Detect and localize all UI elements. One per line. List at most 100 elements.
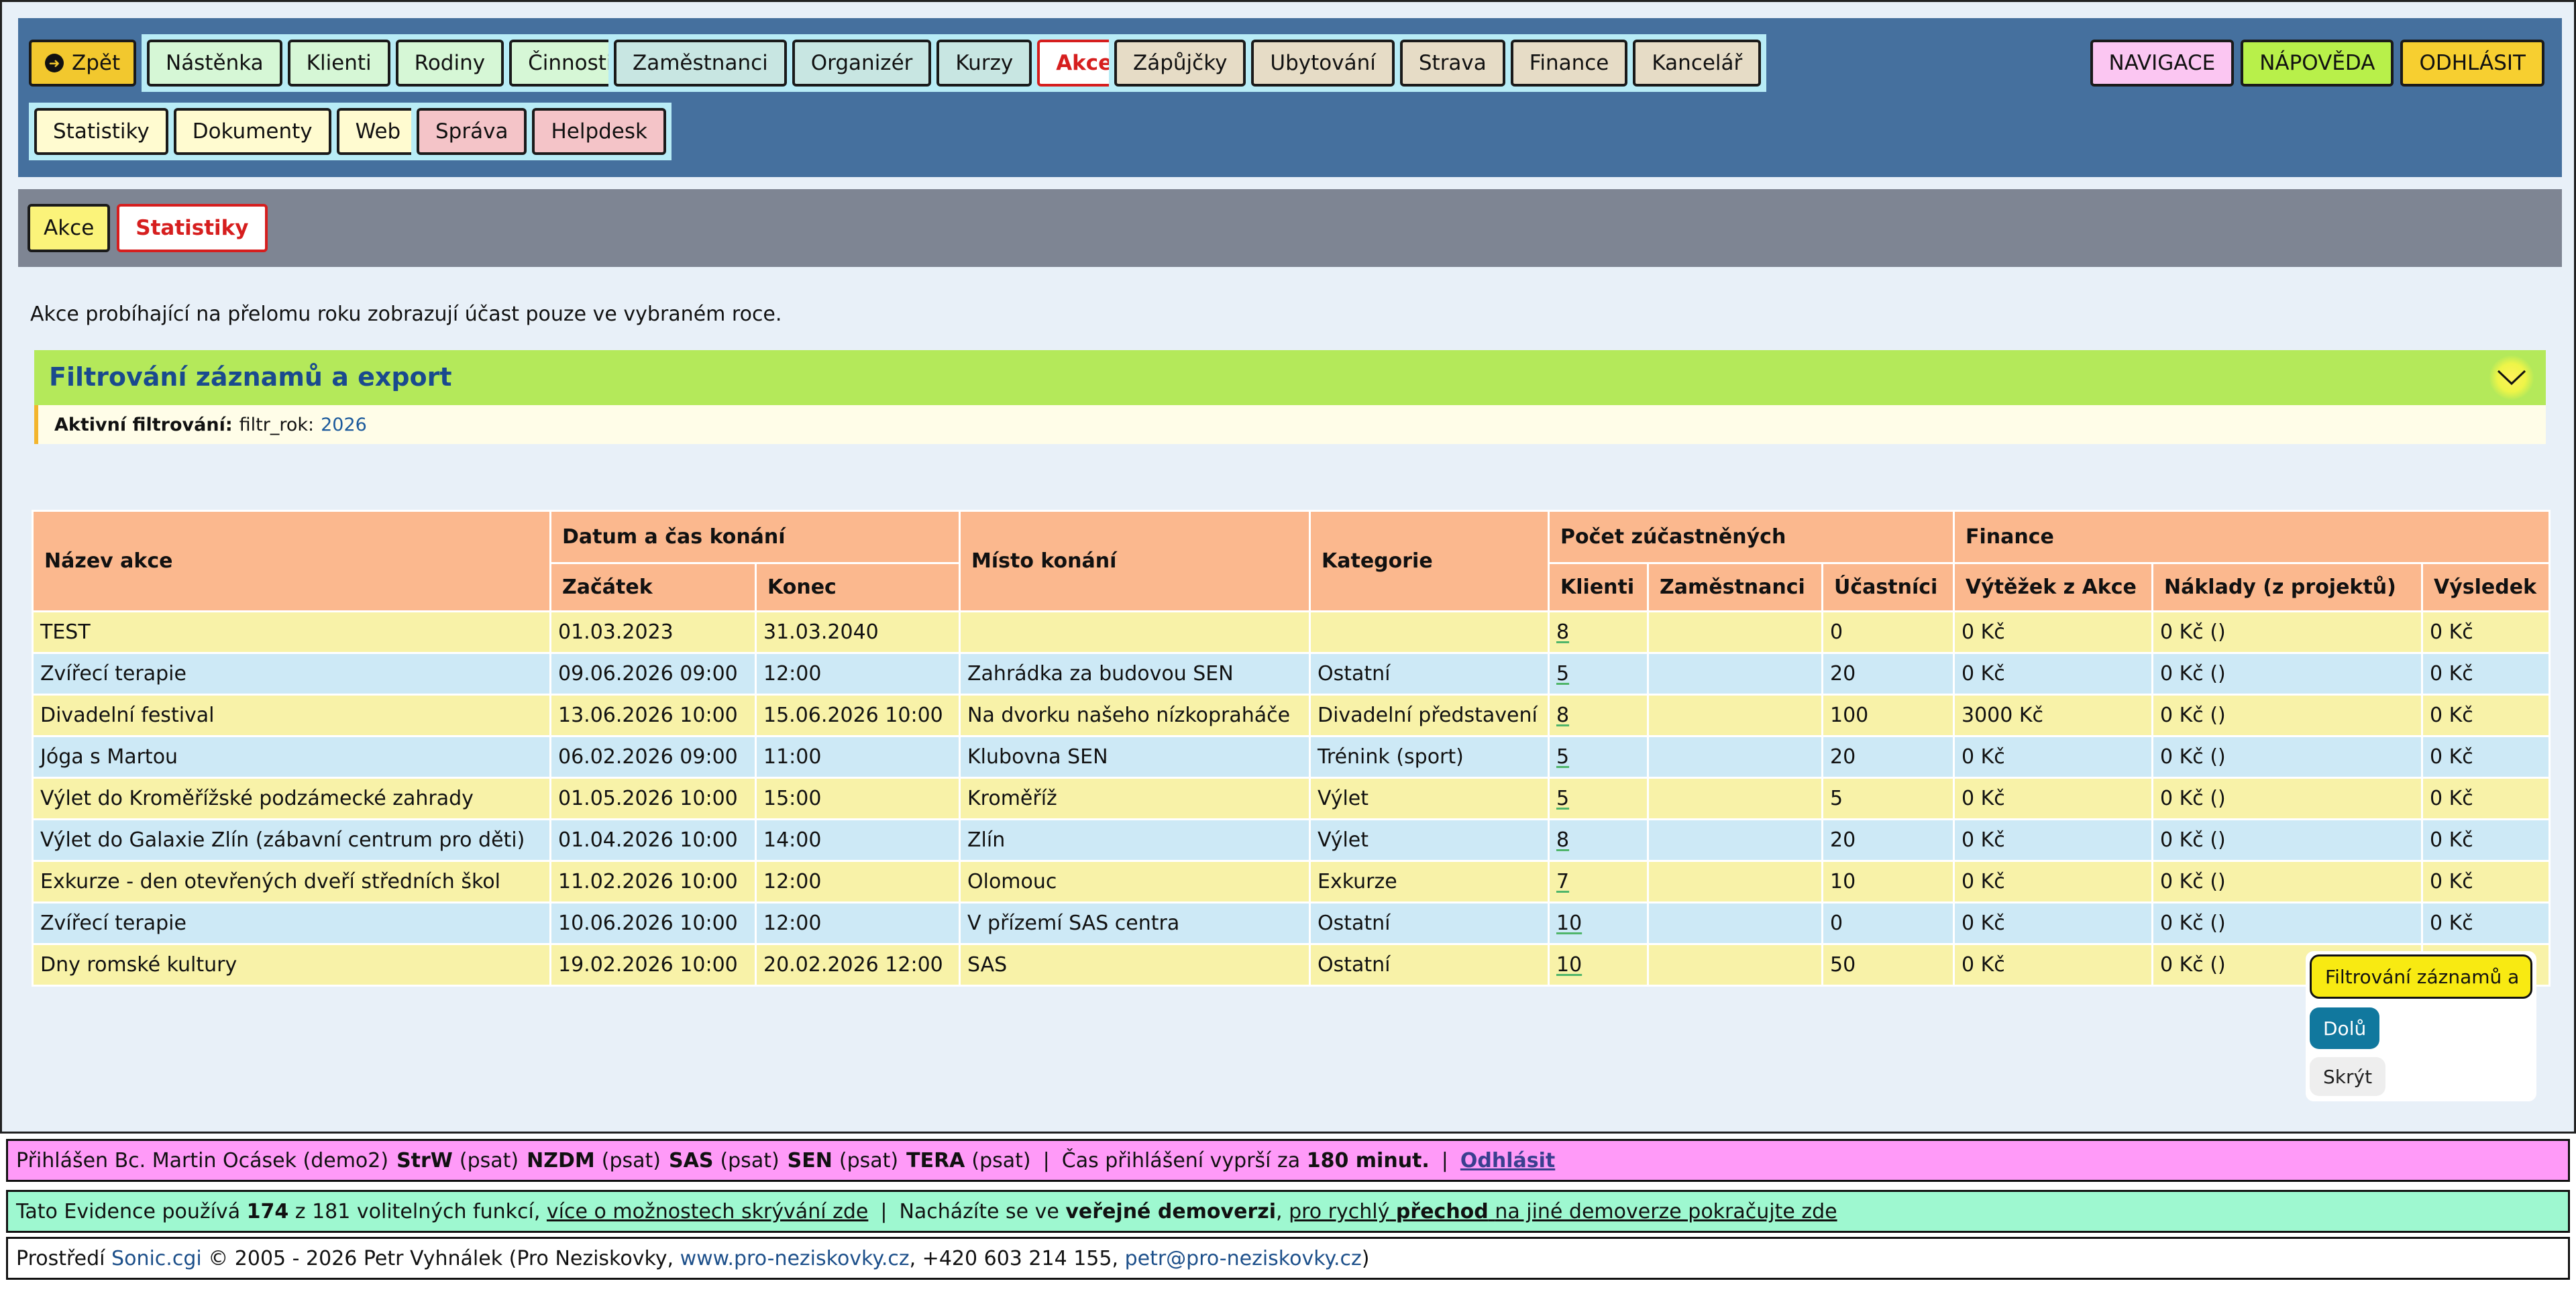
nav-group-5: Správa Helpdesk bbox=[411, 103, 672, 160]
cell-end: 11:00 bbox=[755, 735, 961, 779]
hiding-options-link[interactable]: více o možnostech skrývání zde bbox=[547, 1200, 868, 1223]
nav-group-2: Zaměstnanci Organizér Kurzy Akce bbox=[608, 34, 1137, 92]
clients-count-link[interactable]: 7 bbox=[1556, 870, 1569, 893]
cell-revenue: 3000 Kč bbox=[1953, 694, 2153, 737]
cell-attendees: 100 bbox=[1821, 694, 1955, 737]
back-button[interactable]: ➜ Zpět bbox=[29, 40, 137, 87]
logout-link[interactable]: Odhlásit bbox=[1460, 1149, 1555, 1172]
evidence-text-3: Nacházíte se ve bbox=[899, 1199, 1059, 1223]
demo-switch-link-a: pro rychlý bbox=[1289, 1199, 1390, 1223]
cell-staff bbox=[1647, 818, 1823, 862]
col-header-participants: Počet zúčastněných bbox=[1548, 510, 1955, 564]
product-link[interactable]: Sonic.cgi bbox=[111, 1247, 202, 1270]
cell-name: TEST bbox=[32, 610, 551, 654]
float-down-button[interactable]: Dolů bbox=[2310, 1007, 2380, 1049]
cell-revenue: 0 Kč bbox=[1953, 735, 2153, 779]
cell-staff bbox=[1647, 652, 1823, 696]
events-statistics-table: Název akce Datum a čas konání Místo koná… bbox=[32, 510, 2551, 987]
floating-quick-panel: Filtrování záznamů a Dolů Skrýt bbox=[2306, 951, 2536, 1101]
login-org-role: (psat) bbox=[459, 1148, 519, 1172]
float-hide-button[interactable]: Skrýt bbox=[2310, 1057, 2386, 1096]
cell-attendees: 0 bbox=[1821, 610, 1955, 654]
demo-switch-link[interactable]: pro rychlý přechod na jiné demoverze pok… bbox=[1289, 1200, 1837, 1223]
clients-count-link[interactable]: 10 bbox=[1556, 912, 1582, 935]
cell-start: 13.06.2026 10:00 bbox=[549, 694, 757, 737]
cell-attendees: 50 bbox=[1821, 943, 1955, 987]
main-navigation: ➜ Zpět Nástěnka Klienti Rodiny Činnosti … bbox=[18, 18, 2562, 177]
nav-nastenka[interactable]: Nástěnka bbox=[147, 40, 282, 87]
nav-klienti[interactable]: Klienti bbox=[287, 40, 390, 87]
odhlasit-button[interactable]: ODHLÁSIT bbox=[2400, 40, 2544, 87]
login-org: NZDM (psat) bbox=[527, 1149, 661, 1172]
cell-costs: 0 Kč () bbox=[2151, 901, 2423, 945]
nav-zamestnanci[interactable]: Zaměstnanci bbox=[614, 40, 787, 87]
nav-statistiky[interactable]: Statistiky bbox=[34, 108, 168, 155]
evidence-info-bar: Tato Evidence používá 174 z 181 voliteln… bbox=[6, 1190, 2570, 1233]
cell-attendees: 5 bbox=[1821, 777, 1955, 820]
clients-count-link[interactable]: 8 bbox=[1556, 704, 1569, 727]
cell-attendees: 10 bbox=[1821, 860, 1955, 903]
filter-toggle-button[interactable] bbox=[2489, 355, 2534, 400]
cell-start: 19.02.2026 10:00 bbox=[549, 943, 757, 987]
email-link[interactable]: petr@pro-neziskovky.cz bbox=[1125, 1247, 1362, 1270]
clients-count-link[interactable]: 8 bbox=[1556, 828, 1569, 852]
nav-group-1: Nástěnka Klienti Rodiny Činnosti bbox=[142, 34, 637, 92]
nav-kancelar[interactable]: Kancelář bbox=[1633, 40, 1762, 87]
clients-count-link[interactable]: 5 bbox=[1556, 787, 1569, 810]
cell-revenue: 0 Kč bbox=[1953, 818, 2153, 862]
nav-strava[interactable]: Strava bbox=[1399, 40, 1505, 87]
nav-zapujcky[interactable]: Zápůjčky bbox=[1114, 40, 1246, 87]
clients-count-link[interactable]: 10 bbox=[1556, 953, 1582, 977]
nav-kurzy[interactable]: Kurzy bbox=[936, 40, 1032, 87]
napoveda-button[interactable]: NÁPOVĚDA bbox=[2241, 40, 2394, 87]
cell-result: 0 Kč bbox=[2421, 694, 2551, 737]
nav-sprava[interactable]: Správa bbox=[417, 108, 527, 155]
cell-place bbox=[959, 610, 1311, 654]
table-row: Výlet do Galaxie Zlín (zábavní centrum p… bbox=[32, 818, 2551, 862]
subnav-akce[interactable]: Akce bbox=[28, 204, 111, 252]
table-row: Výlet do Kroměřížské podzámecké zahrady 0… bbox=[32, 777, 2551, 820]
demo-switch-link-b: přechod bbox=[1395, 1199, 1489, 1223]
copyright-text-4: ) bbox=[1361, 1246, 1370, 1270]
subnav-statistiky[interactable]: Statistiky bbox=[117, 204, 268, 252]
nav-ubytovani[interactable]: Ubytování bbox=[1251, 40, 1395, 87]
clients-count-link[interactable]: 5 bbox=[1556, 745, 1569, 769]
cell-staff bbox=[1647, 735, 1823, 779]
cell-start: 09.06.2026 09:00 bbox=[549, 652, 757, 696]
login-status-bar: Přihlášen Bc. Martin Ocásek (demo2) StrW… bbox=[6, 1139, 2570, 1182]
copyright-bar: Prostředí Sonic.cgi © 2005 - 2026 Petr V… bbox=[6, 1237, 2570, 1280]
nav-web[interactable]: Web bbox=[336, 108, 420, 155]
float-filter-button[interactable]: Filtrování záznamů a bbox=[2310, 954, 2532, 999]
cell-start: 06.02.2026 09:00 bbox=[549, 735, 757, 779]
website-link[interactable]: www.pro-neziskovky.cz bbox=[680, 1247, 910, 1270]
back-arrow-icon: ➜ bbox=[45, 54, 64, 72]
cell-place: Zlín bbox=[959, 818, 1311, 862]
active-filter-value: 2026 bbox=[321, 414, 367, 435]
cell-category: Trénink (sport) bbox=[1309, 735, 1550, 779]
col-header-end: Konec bbox=[755, 562, 961, 612]
login-org-role: (psat) bbox=[601, 1148, 661, 1172]
clients-count-link[interactable]: 8 bbox=[1556, 620, 1569, 644]
filter-panel-header[interactable]: Filtrování záznamů a export bbox=[34, 350, 2546, 405]
nav-helpdesk[interactable]: Helpdesk bbox=[532, 108, 666, 155]
nav-organizer[interactable]: Organizér bbox=[792, 40, 932, 87]
clients-count-link[interactable]: 5 bbox=[1556, 662, 1569, 686]
nav-finance[interactable]: Finance bbox=[1510, 40, 1628, 87]
login-org: StrW (psat) bbox=[396, 1149, 519, 1172]
cell-staff bbox=[1647, 777, 1823, 820]
evidence-demo-label: veřejné demoverzi bbox=[1065, 1199, 1276, 1223]
nav-rodiny[interactable]: Rodiny bbox=[395, 40, 504, 87]
navigace-button[interactable]: NAVIGACE bbox=[2090, 40, 2235, 87]
cell-result: 0 Kč bbox=[2421, 735, 2551, 779]
login-expire-text: Čas přihlášení vyprší za bbox=[1061, 1148, 1301, 1172]
cell-end: 12:00 bbox=[755, 652, 961, 696]
cell-name: Výlet do Galaxie Zlín (zábavní centrum p… bbox=[32, 818, 551, 862]
col-header-finance: Finance bbox=[1953, 510, 2551, 564]
cell-category bbox=[1309, 610, 1550, 654]
nav-dokumenty[interactable]: Dokumenty bbox=[173, 108, 331, 155]
back-button-label: Zpět bbox=[72, 51, 121, 75]
nav-back-group: ➜ Zpět bbox=[29, 34, 137, 92]
cell-revenue: 0 Kč bbox=[1953, 901, 2153, 945]
chevron-down-icon bbox=[2497, 370, 2526, 386]
cell-revenue: 0 Kč bbox=[1953, 943, 2153, 987]
